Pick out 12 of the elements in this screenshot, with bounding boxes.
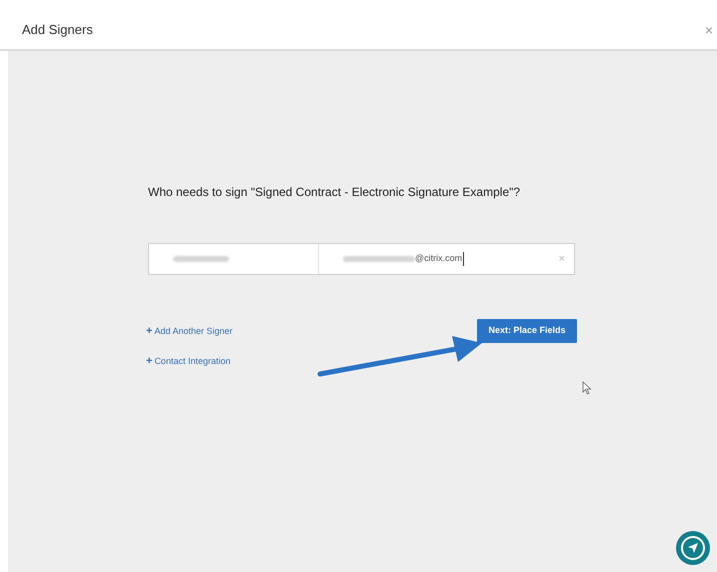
- next-button[interactable]: Next: Place Fields: [477, 319, 577, 343]
- add-link[interactable]: + Add Another Signer: [146, 325, 232, 338]
- redaction-mark: [173, 256, 229, 262]
- email-value: @citrix.com: [415, 252, 464, 266]
- close-button[interactable]: ×: [704, 22, 713, 36]
- navigation-icon[interactable]: [676, 531, 710, 565]
- signer-question: Who needs to sign "Signed Contract - Electronic Signature Example"?: [148, 184, 522, 201]
- add-link[interactable]: + Contact Integration: [146, 354, 230, 368]
- cursor-icon: [582, 381, 592, 395]
- email-field[interactable]: @citrix.com: [319, 244, 559, 274]
- redaction-mark: [343, 256, 415, 262]
- dialog-title: Add Signers: [22, 20, 93, 39]
